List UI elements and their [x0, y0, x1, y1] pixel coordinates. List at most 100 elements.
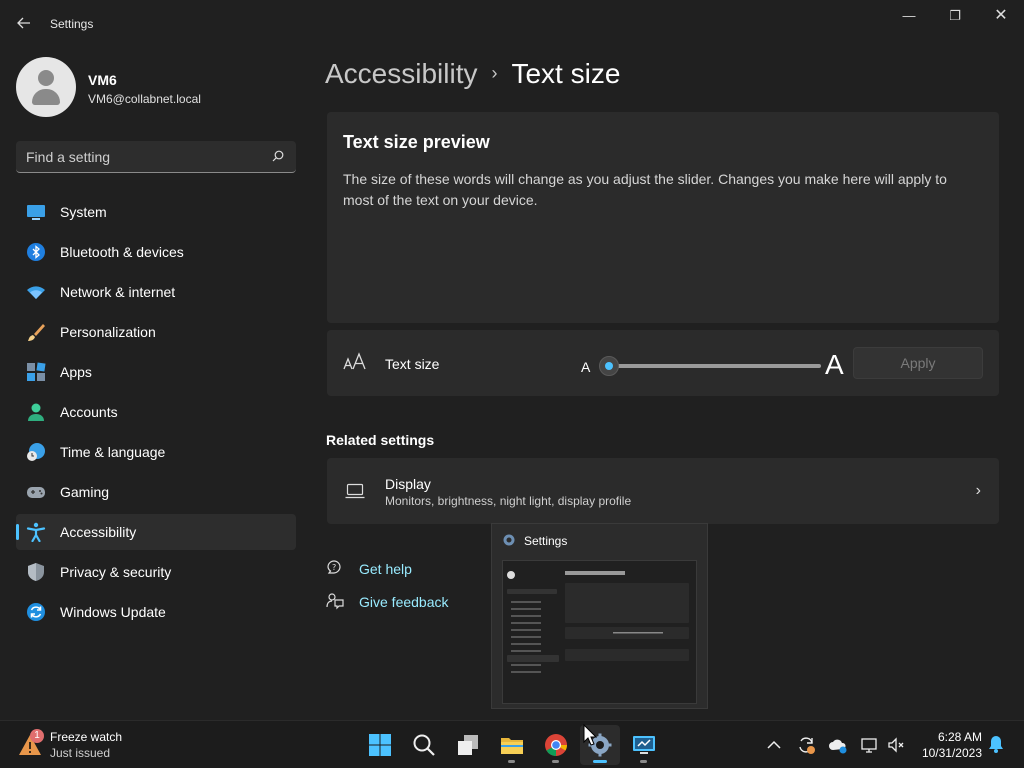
apps-icon — [27, 362, 46, 381]
weather-subtitle: Just issued — [50, 746, 111, 760]
remote-desktop-button[interactable] — [624, 725, 664, 765]
remote-desktop-icon — [633, 736, 655, 754]
brush-icon — [28, 324, 45, 341]
avatar[interactable] — [16, 57, 76, 117]
sidebar-item-label: Personalization — [60, 324, 156, 340]
task-view-button[interactable] — [448, 725, 488, 765]
sidebar-item-accounts[interactable]: Accounts — [16, 394, 296, 430]
chrome-button[interactable] — [536, 725, 576, 765]
settings-gear-icon — [503, 534, 515, 546]
file-explorer-button[interactable] — [492, 725, 532, 765]
thumbnail-title: Settings — [524, 534, 568, 548]
task-view-icon — [458, 735, 478, 755]
thumbnail-window-image — [502, 560, 697, 704]
weather-alert-badge: 1 — [30, 729, 44, 743]
sidebar-item-apps[interactable]: Apps — [16, 354, 296, 390]
file-explorer-icon — [501, 738, 523, 754]
display-title: Display — [385, 476, 431, 492]
chevron-right-icon: › — [975, 482, 981, 499]
user-email: VM6@collabnet.local — [88, 92, 201, 106]
laptop-icon — [345, 483, 365, 499]
system-icon — [27, 205, 45, 220]
sidebar-item-time-language[interactable]: Time & language — [16, 434, 296, 470]
text-size-preview-card: Text size preview The size of these word… — [327, 112, 999, 323]
sidebar-item-network[interactable]: Network & internet — [16, 274, 296, 310]
sidebar-nav: System Bluetooth & devices Network & int… — [16, 194, 296, 634]
page-title: Text size — [511, 58, 621, 89]
shield-icon — [28, 563, 44, 581]
back-button[interactable] — [10, 10, 38, 38]
clock-date: 10/31/2023 — [921, 746, 982, 760]
apply-button[interactable]: Apply — [853, 347, 983, 379]
taskbar-thumbnail-preview[interactable]: Settings — [491, 523, 708, 709]
text-size-icon — [343, 352, 366, 370]
svg-text:?: ? — [332, 563, 336, 572]
search-input[interactable] — [26, 147, 266, 167]
search-icon[interactable] — [272, 150, 284, 162]
globe-clock-icon — [27, 443, 45, 461]
settings-window-miniature — [507, 571, 689, 673]
update-icon — [27, 603, 45, 621]
start-button[interactable] — [360, 725, 400, 765]
preview-text: The size of these words will change as y… — [343, 171, 947, 208]
sidebar-item-label: Bluetooth & devices — [60, 244, 184, 260]
maximize-button[interactable]: ❐ — [932, 0, 978, 32]
weather-title: Freeze watch — [50, 730, 123, 744]
related-settings-title: Related settings — [326, 432, 435, 448]
preview-title: Text size preview — [343, 132, 490, 152]
slider-max-label: A — [825, 349, 844, 380]
clock-time: 6:28 AM — [937, 730, 982, 744]
back-arrow-icon — [17, 17, 30, 29]
text-size-card: Text size A A Apply — [327, 330, 999, 396]
chevron-up-icon[interactable] — [764, 735, 784, 755]
mouse-cursor-icon — [583, 724, 597, 746]
search-icon — [413, 734, 435, 756]
chrome-icon — [545, 734, 567, 756]
feedback-icon — [326, 593, 344, 610]
minimize-button[interactable]: — — [886, 0, 932, 32]
sidebar-item-accessibility[interactable]: Accessibility — [16, 514, 296, 550]
sidebar-item-personalization[interactable]: Personalization — [16, 314, 296, 350]
breadcrumb-separator: › — [491, 63, 498, 83]
accessibility-icon — [26, 522, 46, 542]
sidebar-item-label: Apps — [60, 364, 92, 380]
bluetooth-icon — [27, 243, 45, 261]
sidebar-item-privacy[interactable]: Privacy & security — [16, 554, 296, 590]
user-name: VM6 — [88, 72, 117, 88]
display-subtitle: Monitors, brightness, night light, displ… — [385, 494, 632, 508]
cloud-icon[interactable] — [828, 735, 848, 755]
network-icon[interactable] — [860, 735, 880, 755]
sidebar-item-windows-update[interactable]: Windows Update — [16, 594, 296, 630]
system-clock[interactable]: 6:28 AM 10/31/2023 — [912, 729, 982, 761]
volume-muted-icon[interactable] — [886, 735, 906, 755]
sidebar-item-label: Time & language — [60, 444, 166, 460]
breadcrumb-parent[interactable]: Accessibility — [325, 58, 477, 89]
sidebar-item-system[interactable]: System — [16, 194, 296, 230]
sidebar-item-label: Network & internet — [60, 284, 176, 300]
sidebar-item-label: Accessibility — [60, 524, 137, 540]
display-settings-link[interactable]: Display Monitors, brightness, night ligh… — [327, 458, 999, 524]
weather-widget[interactable]: 1 Freeze watch Just issued — [16, 727, 156, 763]
help-icon: ? — [327, 560, 341, 574]
text-size-slider[interactable] — [599, 356, 821, 376]
slider-min-label: A — [581, 359, 591, 375]
close-button[interactable]: ✕ — [978, 0, 1024, 32]
sidebar-item-gaming[interactable]: Gaming — [16, 474, 296, 510]
sidebar-item-bluetooth[interactable]: Bluetooth & devices — [16, 234, 296, 270]
wifi-icon — [27, 286, 45, 299]
sidebar-item-label: Privacy & security — [60, 564, 172, 580]
gamepad-icon — [27, 487, 45, 498]
sidebar-item-label: Accounts — [60, 404, 118, 420]
slider-thumb[interactable] — [599, 356, 619, 376]
taskbar: 1 Freeze watch Just issued 6:28 AM 10/31… — [0, 720, 1024, 768]
breadcrumb: Accessibility › Text size — [325, 58, 620, 90]
title-bar: Settings — ❐ ✕ — [0, 0, 1024, 48]
sidebar-item-label: System — [60, 204, 107, 220]
sync-icon[interactable] — [796, 735, 816, 755]
text-size-label: Text size — [385, 356, 440, 372]
start-icon — [369, 734, 391, 756]
taskbar-search-button[interactable] — [404, 725, 444, 765]
notification-bell-icon[interactable] — [988, 735, 1004, 753]
search-box — [16, 141, 296, 173]
accounts-icon — [28, 403, 44, 421]
